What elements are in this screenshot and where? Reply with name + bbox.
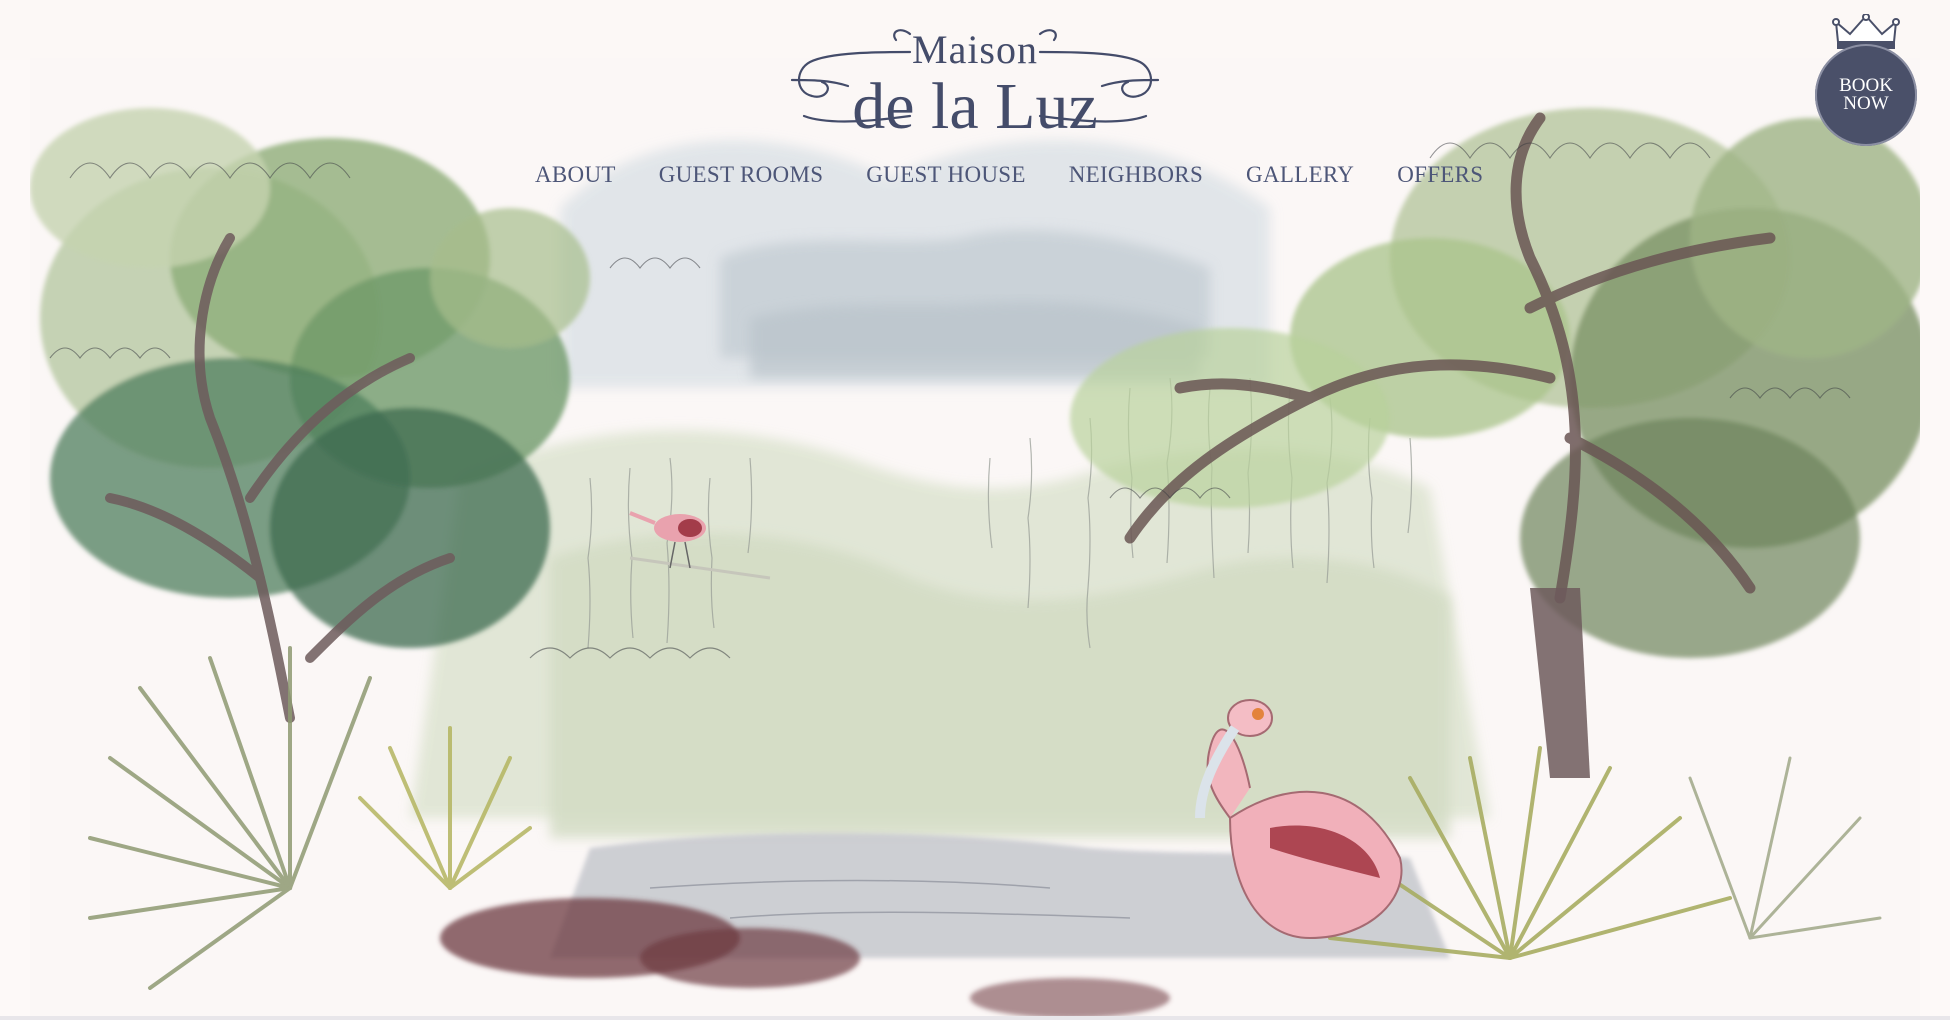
nav-offers[interactable]: OFFERS <box>1397 162 1483 188</box>
page: Maison de la Luz ABOUT GUEST ROOMS GUEST… <box>0 0 1950 1020</box>
book-now-line-2: NOW <box>1843 93 1889 114</box>
logo-line-2: de la Luz <box>852 70 1098 143</box>
logo-line-1: Maison <box>912 27 1038 72</box>
brand-logo[interactable]: Maison de la Luz <box>790 16 1160 140</box>
watercolor-landscape-illustration <box>30 58 1920 1018</box>
bottom-border <box>0 1016 1950 1020</box>
nav-guest-house[interactable]: GUEST HOUSE <box>866 162 1025 188</box>
nav-neighbors[interactable]: NEIGHBORS <box>1069 162 1203 188</box>
hero-illustration <box>30 58 1920 1018</box>
main-nav: ABOUT GUEST ROOMS GUEST HOUSE NEIGHBORS … <box>535 162 1526 188</box>
book-now-button[interactable]: BOOK NOW <box>1812 14 1920 150</box>
book-now-badge[interactable]: BOOK NOW <box>1815 44 1917 146</box>
nav-gallery[interactable]: GALLERY <box>1246 162 1354 188</box>
nav-guest-rooms[interactable]: GUEST ROOMS <box>659 162 824 188</box>
nav-about[interactable]: ABOUT <box>535 162 616 188</box>
